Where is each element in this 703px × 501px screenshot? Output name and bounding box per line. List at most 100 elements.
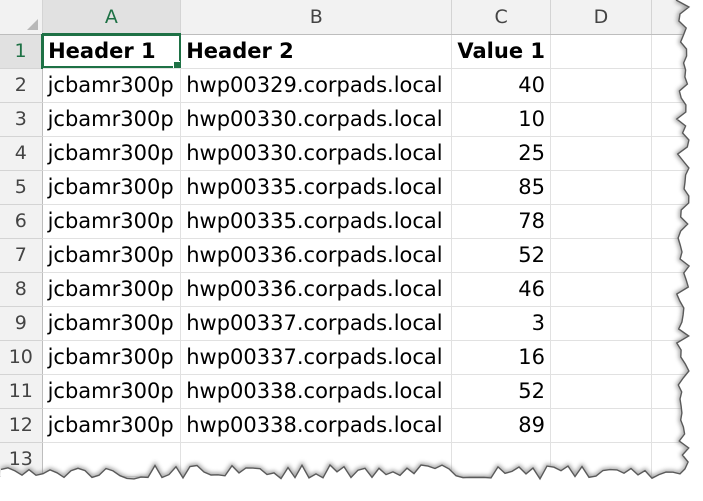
cell-c[interactable]: 85 bbox=[451, 170, 551, 205]
table-row: 9 jcbamr300p hwp00337.corpads.local 3 bbox=[0, 306, 703, 341]
cell-d[interactable] bbox=[550, 340, 652, 375]
cell-e[interactable] bbox=[651, 204, 703, 239]
row-header[interactable]: 8 bbox=[0, 272, 43, 307]
cell-c[interactable]: 46 bbox=[451, 272, 551, 307]
column-header-a[interactable]: A bbox=[42, 0, 182, 35]
cell-e[interactable] bbox=[651, 170, 703, 205]
cell-b[interactable]: hwp00338.corpads.local bbox=[180, 408, 453, 443]
cell-a[interactable]: jcbamr300p bbox=[42, 272, 182, 307]
cell-c[interactable]: 16 bbox=[451, 340, 551, 375]
cell-e[interactable] bbox=[651, 68, 703, 103]
cell-d[interactable] bbox=[550, 238, 652, 273]
cell-e[interactable] bbox=[651, 136, 703, 171]
table-row: 5 jcbamr300p hwp00335.corpads.local 85 bbox=[0, 170, 703, 205]
cell-e[interactable] bbox=[651, 442, 703, 477]
cell-b1[interactable]: Header 2 bbox=[180, 34, 453, 69]
cell-a[interactable]: jcbamr300p bbox=[42, 374, 182, 409]
column-header-c[interactable]: C bbox=[451, 0, 551, 35]
cell-b[interactable]: hwp00330.corpads.local bbox=[180, 102, 453, 137]
select-all-triangle-icon bbox=[26, 18, 38, 30]
table-row: 12 jcbamr300p hwp00338.corpads.local 89 bbox=[0, 408, 703, 443]
row-header[interactable]: 3 bbox=[0, 102, 43, 137]
cell-c1[interactable]: Value 1 bbox=[451, 34, 551, 69]
cell-d[interactable] bbox=[550, 306, 652, 341]
row-header[interactable]: 11 bbox=[0, 374, 43, 409]
table-row: 4 jcbamr300p hwp00330.corpads.local 25 bbox=[0, 136, 703, 171]
cell-e[interactable] bbox=[651, 238, 703, 273]
row-header[interactable]: 6 bbox=[0, 204, 43, 239]
row-header[interactable]: 1 bbox=[0, 34, 44, 69]
cell-b[interactable]: hwp00330.corpads.local bbox=[180, 136, 453, 171]
cell-a[interactable]: jcbamr300p bbox=[42, 238, 182, 273]
cell-b[interactable]: hwp00336.corpads.local bbox=[180, 238, 453, 273]
cell-d[interactable] bbox=[550, 272, 652, 307]
cell-d[interactable] bbox=[550, 136, 652, 171]
cell-e[interactable] bbox=[651, 102, 703, 137]
cell-e[interactable] bbox=[651, 272, 703, 307]
cell-a1[interactable]: Header 1 bbox=[42, 34, 182, 69]
cell-d[interactable] bbox=[550, 374, 652, 409]
cell-e[interactable] bbox=[651, 408, 703, 443]
table-row: 10 jcbamr300p hwp00337.corpads.local 16 bbox=[0, 340, 703, 375]
cell-c[interactable]: 89 bbox=[451, 408, 551, 443]
row-header[interactable]: 12 bbox=[0, 408, 43, 443]
cell-d[interactable] bbox=[550, 204, 652, 239]
cell-b[interactable]: hwp00335.corpads.local bbox=[180, 204, 453, 239]
cell-d1[interactable] bbox=[550, 34, 652, 69]
cell-e[interactable] bbox=[651, 374, 703, 409]
cell-d[interactable] bbox=[550, 68, 652, 103]
cell-a[interactable]: jcbamr300p bbox=[42, 68, 182, 103]
cell-b[interactable]: hwp00329.corpads.local bbox=[180, 68, 453, 103]
row-header[interactable]: 5 bbox=[0, 170, 43, 205]
cell-a[interactable] bbox=[42, 442, 182, 477]
cell-c[interactable]: 40 bbox=[451, 68, 551, 103]
cell-a[interactable]: jcbamr300p bbox=[42, 408, 182, 443]
cell-c[interactable]: 10 bbox=[451, 102, 551, 137]
cell-e[interactable] bbox=[651, 340, 703, 375]
cell-d[interactable] bbox=[550, 442, 652, 477]
cell-a[interactable]: jcbamr300p bbox=[42, 170, 182, 205]
cell-c[interactable] bbox=[451, 442, 551, 477]
table-row: 8 jcbamr300p hwp00336.corpads.local 46 bbox=[0, 272, 703, 307]
cell-b[interactable]: hwp00335.corpads.local bbox=[180, 170, 453, 205]
cell-c[interactable]: 52 bbox=[451, 374, 551, 409]
column-header-row: A B C D bbox=[0, 0, 703, 35]
cell-c[interactable]: 78 bbox=[451, 204, 551, 239]
cell-e[interactable] bbox=[651, 306, 703, 341]
table-row: 2 jcbamr300p hwp00329.corpads.local 40 bbox=[0, 68, 703, 103]
cell-d[interactable] bbox=[550, 170, 652, 205]
cell-b[interactable]: hwp00337.corpads.local bbox=[180, 306, 453, 341]
table-row: 6 jcbamr300p hwp00335.corpads.local 78 bbox=[0, 204, 703, 239]
row-header[interactable]: 9 bbox=[0, 306, 43, 341]
cell-b[interactable]: hwp00338.corpads.local bbox=[180, 374, 453, 409]
cell-a[interactable]: jcbamr300p bbox=[42, 306, 182, 341]
cell-e1[interactable] bbox=[651, 34, 703, 69]
column-header-b[interactable]: B bbox=[180, 0, 453, 35]
cell-d[interactable] bbox=[550, 102, 652, 137]
cell-d[interactable] bbox=[550, 408, 652, 443]
cell-c[interactable]: 3 bbox=[451, 306, 551, 341]
cell-b[interactable]: hwp00337.corpads.local bbox=[180, 340, 453, 375]
column-header-d[interactable]: D bbox=[550, 0, 652, 35]
spreadsheet-grid: A B C D 1 Header 1 Header 2 Value 1 2 jcb… bbox=[0, 0, 703, 477]
row-header[interactable]: 2 bbox=[0, 68, 43, 103]
table-row: 1 Header 1 Header 2 Value 1 bbox=[0, 34, 703, 69]
cell-a[interactable]: jcbamr300p bbox=[42, 340, 182, 375]
row-header[interactable]: 10 bbox=[0, 340, 43, 375]
row-header[interactable]: 4 bbox=[0, 136, 43, 171]
table-row: 7 jcbamr300p hwp00336.corpads.local 52 bbox=[0, 238, 703, 273]
cell-c[interactable]: 25 bbox=[451, 136, 551, 171]
column-header-e-partial[interactable] bbox=[651, 0, 703, 35]
fill-handle[interactable] bbox=[173, 60, 180, 67]
cell-c[interactable]: 52 bbox=[451, 238, 551, 273]
cell-b[interactable]: hwp00336.corpads.local bbox=[180, 272, 453, 307]
cell-b[interactable] bbox=[180, 442, 453, 477]
select-all-button[interactable] bbox=[0, 0, 43, 35]
cell-a[interactable]: jcbamr300p bbox=[42, 136, 182, 171]
table-row: 3 jcbamr300p hwp00330.corpads.local 10 bbox=[0, 102, 703, 137]
spreadsheet-window: A B C D 1 Header 1 Header 2 Value 1 2 jcb… bbox=[0, 0, 703, 501]
cell-a[interactable]: jcbamr300p bbox=[42, 204, 182, 239]
cell-a[interactable]: jcbamr300p bbox=[42, 102, 182, 137]
row-header[interactable]: 7 bbox=[0, 238, 43, 273]
row-header[interactable]: 13 bbox=[0, 442, 43, 477]
